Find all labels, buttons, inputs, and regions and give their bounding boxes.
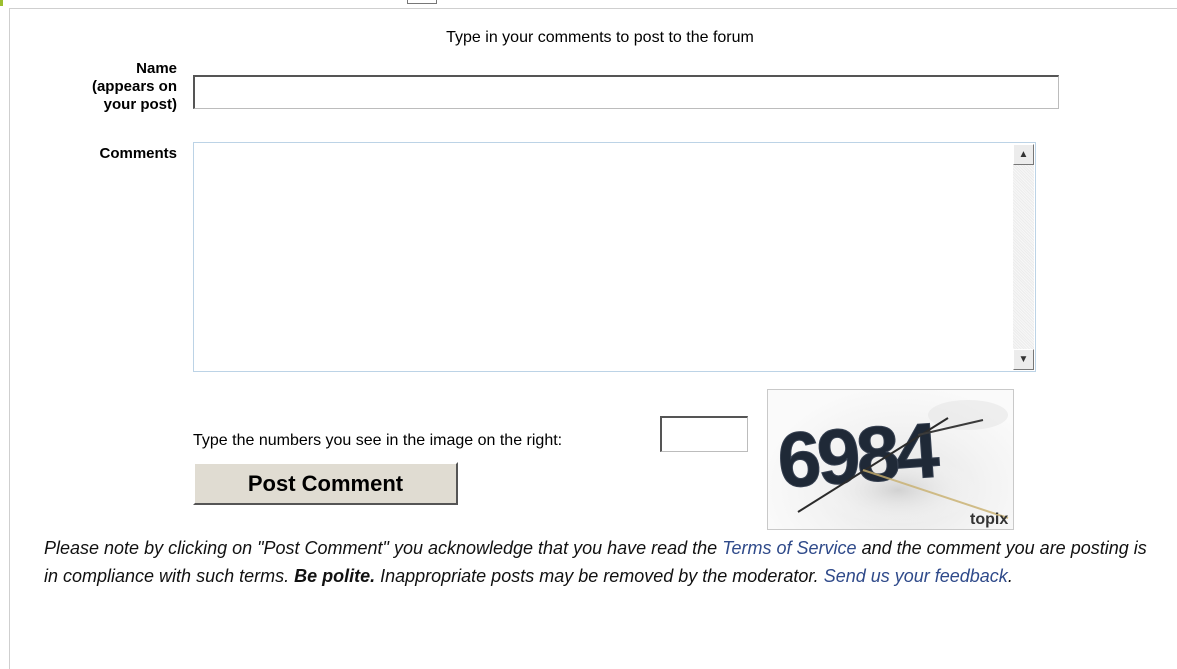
comments-label: Comments: [99, 145, 177, 162]
posting-notice: Please note by clicking on "Post Comment…: [44, 534, 1164, 590]
top-accent-bar: [0, 0, 3, 6]
post-comment-button[interactable]: Post Comment: [193, 462, 458, 505]
notice-text-1: Please note by clicking on "Post Comment…: [44, 538, 723, 558]
scroll-up-arrow-icon[interactable]: ▲: [1013, 144, 1034, 165]
notice-text-3: Inappropriate posts may be removed by th…: [375, 566, 824, 586]
terms-of-service-link[interactable]: Terms of Service: [722, 538, 856, 558]
form-intro-text: Type in your comments to post to the for…: [446, 29, 754, 46]
name-input[interactable]: [193, 75, 1059, 109]
scroll-down-arrow-icon[interactable]: ▼: [1013, 349, 1034, 370]
name-label-line1: Name: [136, 60, 177, 77]
captcha-input[interactable]: [660, 416, 748, 452]
notice-end: .: [1007, 566, 1013, 586]
captcha-digits: 6984: [775, 406, 942, 505]
captcha-prompt: Type the numbers you see in the image on…: [193, 432, 563, 449]
top-tab-marker: [407, 0, 437, 4]
captcha-graphic: 6984 topix: [774, 400, 1008, 528]
captcha-image: 6984 topix: [767, 389, 1014, 530]
name-label: Name (appears on your post): [7, 60, 177, 114]
comments-textarea[interactable]: [194, 143, 1024, 371]
comments-field: ▲ ▼: [193, 142, 1036, 372]
be-polite-text: Be polite.: [294, 566, 376, 586]
comments-scrollbar[interactable]: ▲ ▼: [1013, 144, 1034, 370]
captcha-brand: topix: [970, 511, 1008, 528]
name-label-line3: your post): [103, 96, 177, 113]
name-label-line2: (appears on: [91, 78, 177, 95]
feedback-link[interactable]: Send us your feedback: [824, 566, 1008, 586]
